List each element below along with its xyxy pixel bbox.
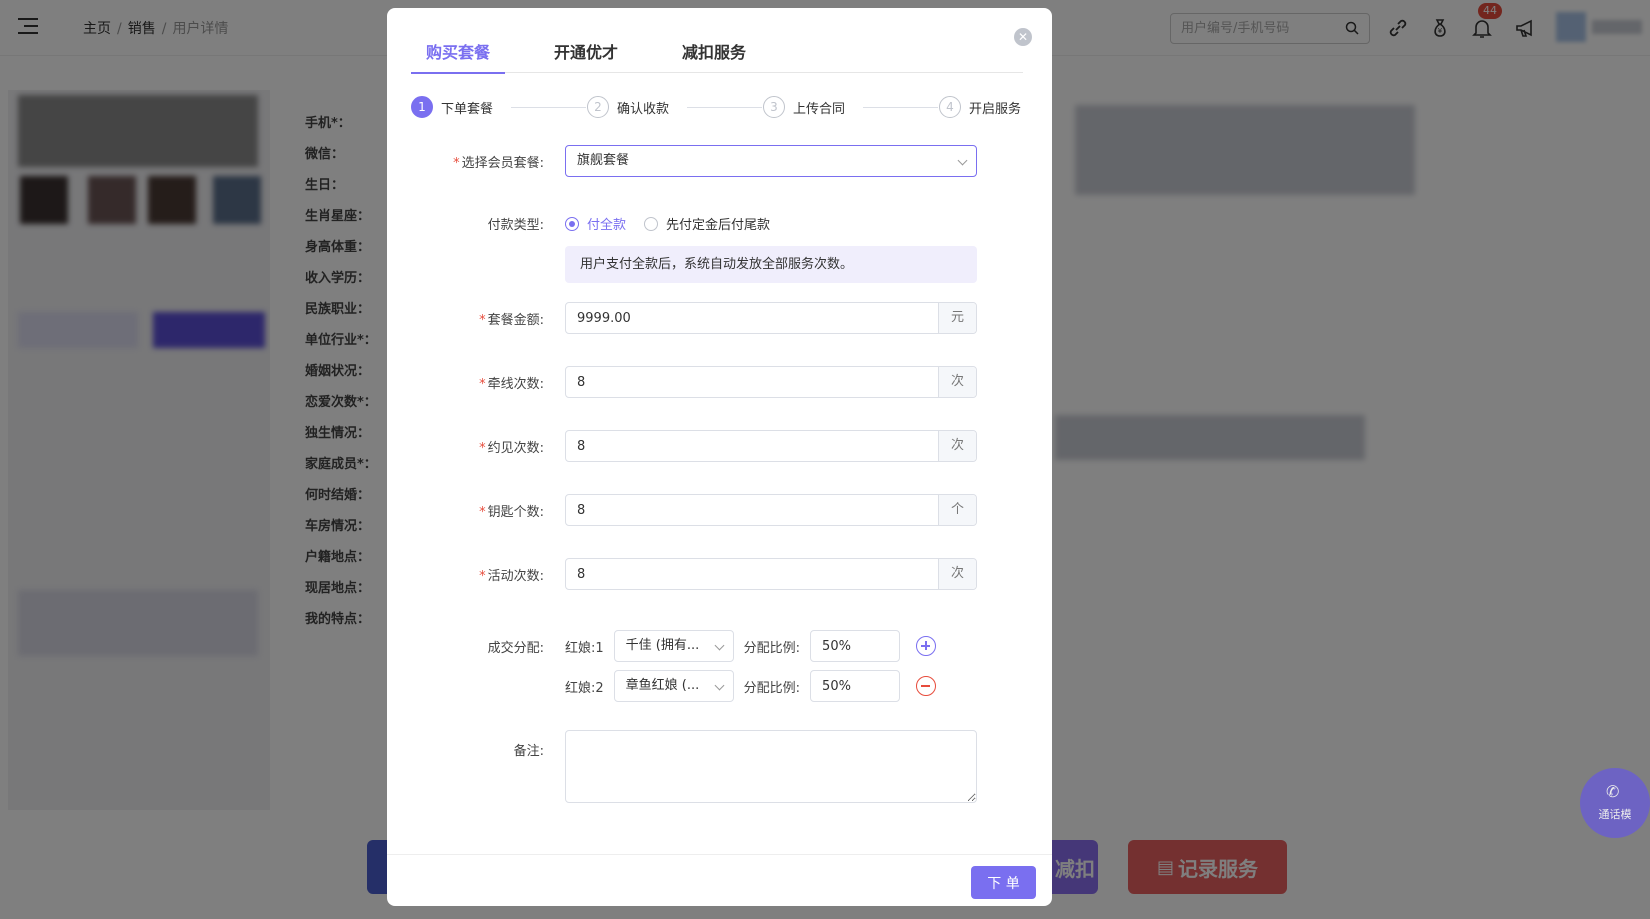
remark-textarea[interactable] xyxy=(565,730,977,803)
key-count-label: * 钥匙个数: xyxy=(479,505,544,520)
key-count-input[interactable] xyxy=(566,495,938,525)
match-count-label: * 牵线次数: xyxy=(479,377,544,392)
amount-input[interactable] xyxy=(566,303,938,333)
step-number: 3 xyxy=(763,96,785,118)
split-row-2: 红娘:2 章鱼红娘 (... 分配比例: xyxy=(565,670,937,702)
step-label: 上传合同 xyxy=(793,101,846,117)
remove-circle-icon[interactable] xyxy=(916,676,937,696)
close-icon[interactable]: ✕ xyxy=(1014,28,1032,46)
remark-label: 备注: xyxy=(513,744,544,759)
step-2: 2 确认收款 xyxy=(587,96,669,118)
payment-radio-group: 付全款 先付定金后付尾款 xyxy=(565,214,788,233)
matchmaker-label: 红娘:1 xyxy=(565,640,604,656)
ratio-input[interactable] xyxy=(810,630,901,662)
radio-full-payment[interactable]: 付全款 xyxy=(565,214,626,233)
step-connector xyxy=(687,107,762,108)
amount-input-group: 元 xyxy=(565,302,977,334)
call-float-button[interactable]: ✆ 通话模 xyxy=(1580,768,1650,838)
dialog-tabs: 购买套餐 开通优才 减扣服务 xyxy=(411,30,1023,74)
chevron-down-icon xyxy=(957,155,968,166)
amount-label: * 套餐金额: xyxy=(479,313,544,328)
step-3: 3 上传合同 xyxy=(763,96,845,118)
meet-count-unit: 次 xyxy=(938,431,976,461)
match-count-input[interactable] xyxy=(566,367,938,397)
radio-unchecked-icon xyxy=(644,216,659,231)
radio-checked-icon xyxy=(565,216,579,231)
step-number: 1 xyxy=(411,96,433,118)
order-steps: 1 下单套餐 2 确认收款 3 上传合同 4 开启服务 xyxy=(411,96,1029,126)
tab-deduct-service[interactable]: 减扣服务 xyxy=(667,30,761,73)
ratio-label: 分配比例: xyxy=(743,640,801,656)
tab-buy-package[interactable]: 购买套餐 xyxy=(411,30,506,74)
step-connector xyxy=(511,107,586,108)
chevron-down-icon xyxy=(714,680,725,691)
payment-type-label: 付款类型: xyxy=(487,218,544,233)
meet-count-input[interactable] xyxy=(566,431,938,461)
package-select[interactable]: 旗舰套餐 xyxy=(565,145,977,177)
submit-order-button[interactable]: 下 单 xyxy=(971,866,1036,899)
step-label: 下单套餐 xyxy=(441,101,494,117)
package-label: * 选择会员套餐: xyxy=(453,156,544,171)
add-circle-icon[interactable] xyxy=(916,636,937,656)
package-value: 旗舰套餐 xyxy=(577,153,630,168)
split-label: 成交分配: xyxy=(487,641,544,656)
activity-count-input-group: 次 xyxy=(565,558,977,590)
meet-count-label: * 约见次数: xyxy=(479,441,544,456)
step-4: 4 开启服务 xyxy=(939,96,1021,118)
radio-deposit-payment[interactable]: 先付定金后付尾款 xyxy=(644,214,770,233)
match-count-input-group: 次 xyxy=(565,366,977,398)
activity-count-unit: 次 xyxy=(938,559,976,589)
ratio-input[interactable] xyxy=(810,670,901,702)
matchmaker-label: 红娘:2 xyxy=(565,680,604,696)
chevron-down-icon xyxy=(714,640,725,651)
matchmaker-select[interactable]: 章鱼红娘 (... xyxy=(613,670,734,702)
activity-count-label: * 活动次数: xyxy=(479,569,544,584)
amount-unit: 元 xyxy=(938,303,976,333)
tab-open-premium[interactable]: 开通优才 xyxy=(539,30,633,73)
split-row-1: 红娘:1 千佳 (拥有... 分配比例: xyxy=(565,630,937,662)
phone-icon: ✆ xyxy=(1606,782,1620,801)
match-count-unit: 次 xyxy=(938,367,976,397)
step-number: 4 xyxy=(939,96,961,118)
key-count-unit: 个 xyxy=(938,495,976,525)
step-label: 开启服务 xyxy=(969,101,1022,117)
payment-info: 用户支付全款后，系统自动发放全部服务次数。 xyxy=(565,246,977,283)
activity-count-input[interactable] xyxy=(566,559,938,589)
step-number: 2 xyxy=(587,96,609,118)
matchmaker-select[interactable]: 千佳 (拥有... xyxy=(613,630,734,662)
ratio-label: 分配比例: xyxy=(743,680,801,696)
call-float-label: 通话模 xyxy=(1598,808,1632,821)
purchase-dialog: 购买套餐 开通优才 减扣服务 ✕ 1 下单套餐 2 确认收款 3 上传合同 4 … xyxy=(387,8,1052,906)
step-label: 确认收款 xyxy=(617,101,670,117)
footer-divider xyxy=(387,854,1052,855)
package-row: * 选择会员套餐: 旗舰套餐 xyxy=(387,145,1052,177)
meet-count-input-group: 次 xyxy=(565,430,977,462)
key-count-input-group: 个 xyxy=(565,494,977,526)
step-connector xyxy=(863,107,938,108)
step-1: 1 下单套餐 xyxy=(411,96,493,118)
